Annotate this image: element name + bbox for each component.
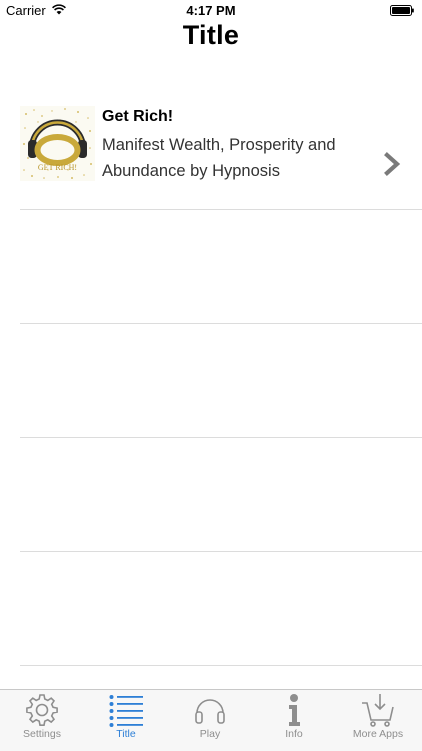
status-bar: Carrier 4:17 PM [0, 0, 422, 22]
tab-more-apps[interactable]: More Apps [336, 690, 420, 751]
list-item[interactable]: GET RICH! Get Rich! Manifest Wealth, Pro… [0, 96, 422, 210]
info-icon [289, 694, 300, 726]
tab-info[interactable]: Info [252, 690, 336, 751]
empty-row [0, 324, 422, 438]
tab-label: Settings [23, 728, 61, 740]
gear-icon [26, 694, 58, 726]
tab-label: Play [199, 728, 221, 740]
list-item-subtitle: Manifest Wealth, Prosperity and Abundanc… [102, 136, 336, 180]
tab-bar: Settings Title Play Info More Apps [0, 689, 422, 751]
list-icon [109, 695, 143, 727]
tab-label: Title [116, 728, 136, 740]
empty-row [0, 438, 422, 552]
page-title: Title [182, 20, 240, 50]
artwork-title: GET RICH! [38, 163, 77, 172]
battery-icon [390, 5, 414, 16]
list-item-title: Get Rich! [102, 108, 174, 125]
headphones-icon [195, 699, 225, 724]
chevron-right-icon[interactable] [384, 152, 402, 176]
tab-title[interactable]: Title [84, 690, 168, 751]
tab-label: More Apps [352, 728, 404, 740]
program-list: GET RICH! Get Rich! Manifest Wealth, Pro… [0, 96, 422, 666]
tab-play[interactable]: Play [168, 690, 252, 751]
tab-label: Info [285, 728, 303, 740]
status-time: 4:17 PM [186, 3, 236, 18]
empty-row [0, 552, 422, 666]
album-artwork: GET RICH! [20, 106, 95, 181]
tab-settings[interactable]: Settings [0, 690, 84, 751]
empty-row [0, 210, 422, 324]
download-cart-icon [362, 694, 394, 727]
row-divider [20, 665, 422, 666]
